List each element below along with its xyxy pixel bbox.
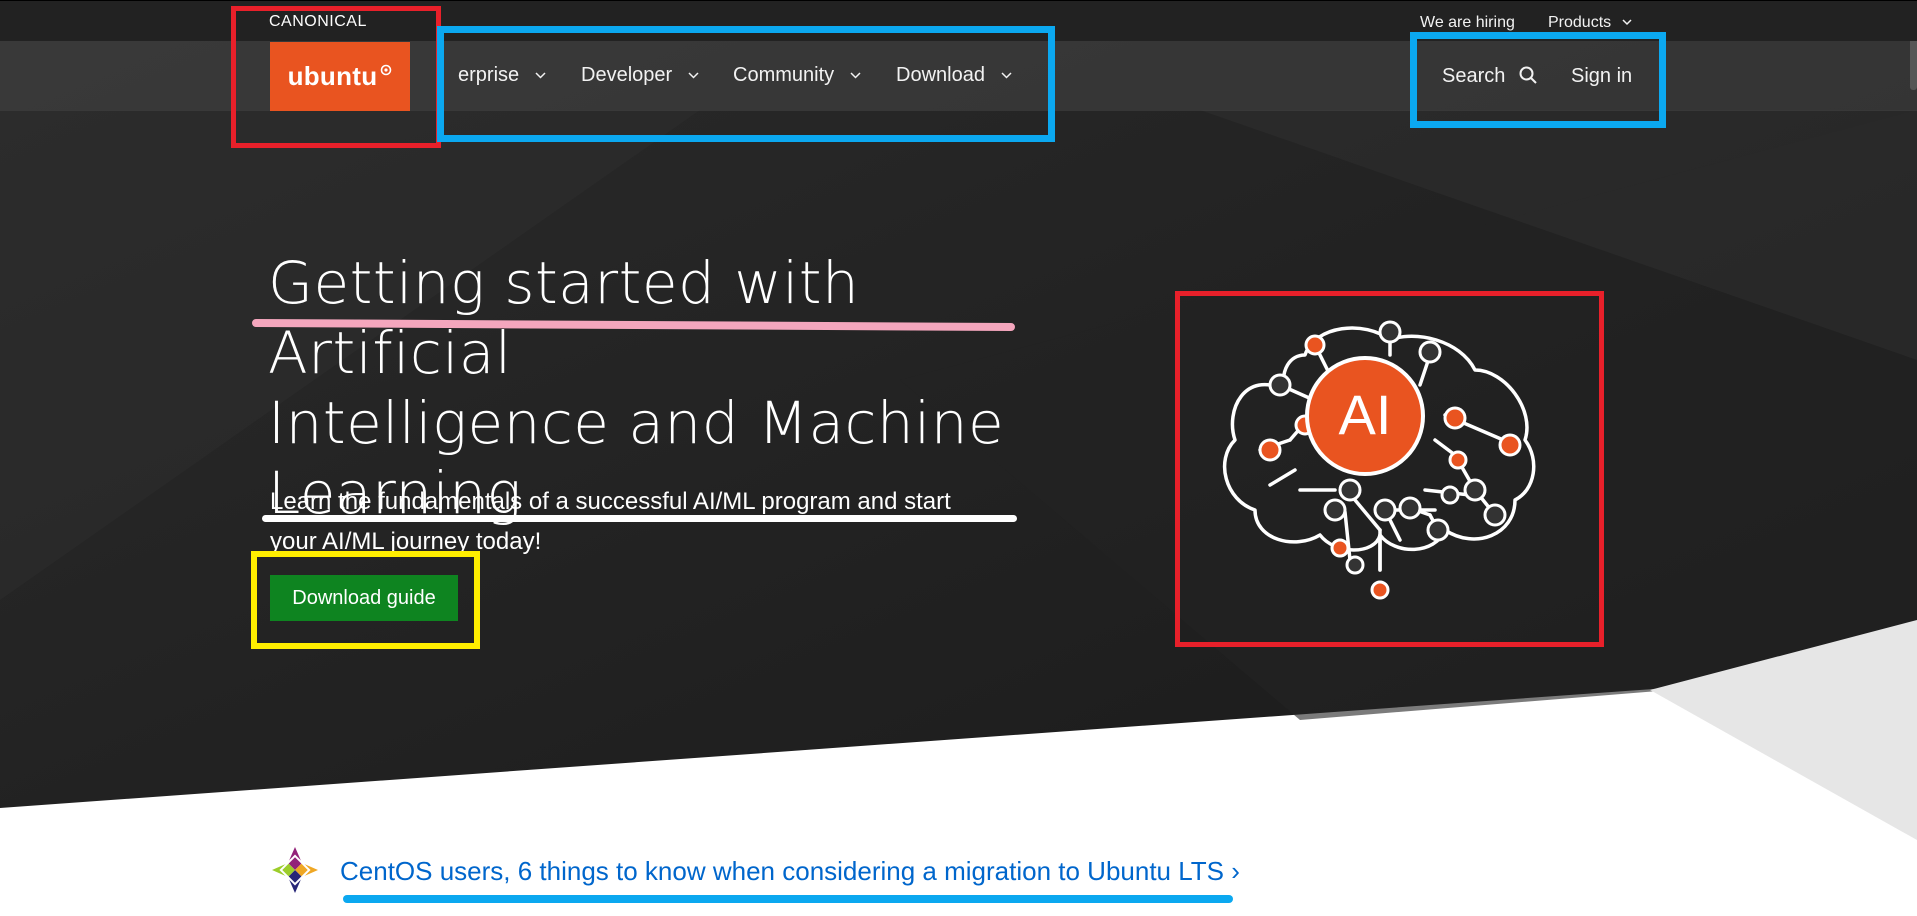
nav-item-label: Community [733, 64, 835, 86]
centos-migration-link[interactable]: CentOS users, 6 things to know when cons… [340, 856, 1240, 887]
hero-title-line: Intelligence and Machine [268, 389, 1005, 457]
ubuntu-logo[interactable]: ubuntu [270, 42, 410, 111]
ubuntu-logo-text: ubuntu [287, 61, 378, 91]
chevron-down-icon [1000, 72, 1012, 79]
subtitle-underline-mark [262, 515, 1017, 522]
products-label: Products [1548, 14, 1612, 31]
download-guide-button[interactable]: Download guide [270, 575, 458, 621]
search-label: Search [1442, 65, 1506, 87]
nav-item-community[interactable]: Community [733, 64, 861, 87]
canonical-logo[interactable]: CANONICAL [269, 13, 367, 31]
ai-brain-icon: AI [1222, 320, 1536, 600]
nav-item-label: Download [896, 64, 985, 86]
chevron-down-icon [688, 72, 699, 79]
sign-in-link[interactable]: Sign in [1571, 65, 1632, 88]
hero-subtitle-line: your AI/ML journey today! [270, 528, 542, 555]
centos-icon [272, 847, 318, 893]
nav-item-developer[interactable]: Developer [581, 64, 699, 87]
nav-item-label: Developer [581, 64, 673, 86]
ai-illustration-text: AI [1339, 383, 1392, 446]
products-menu[interactable]: Products [1548, 14, 1632, 32]
link-underline-mark [343, 895, 1233, 903]
ubuntu-circle-icon [381, 64, 392, 75]
nav-item-label: erprise [458, 64, 520, 86]
chevron-down-icon [850, 72, 861, 79]
nav-item-download[interactable]: Download [896, 64, 1012, 87]
nav-item-enterprise[interactable]: erprise [458, 64, 546, 87]
search-button[interactable]: Search [1442, 65, 1537, 88]
chevron-down-icon [1622, 19, 1632, 26]
chevron-down-icon [535, 72, 546, 79]
hero-title-line: Getting started with Artificial [268, 249, 860, 387]
hiring-link[interactable]: We are hiring [1420, 14, 1515, 32]
search-icon [1519, 66, 1537, 84]
hero-subtitle: Learn the fundamentals of a successful A… [270, 482, 1030, 562]
